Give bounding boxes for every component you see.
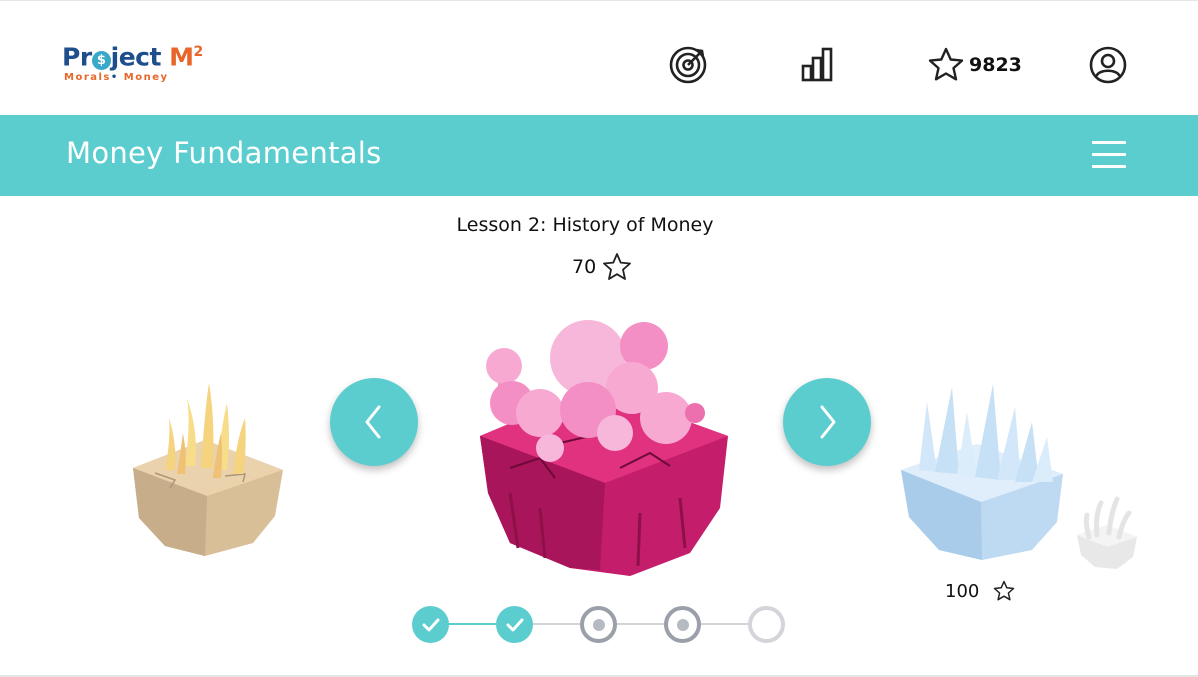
island-previous-fire[interactable] [125, 378, 290, 563]
progress-connector [700, 623, 748, 625]
chevron-right-icon [820, 405, 836, 439]
progress-step-1[interactable] [412, 606, 449, 643]
lesson-title: Lesson 2: History of Money [456, 214, 714, 236]
progress-step-2[interactable] [496, 606, 533, 643]
island-next-ice[interactable] [897, 382, 1067, 562]
profile-user-icon[interactable] [1088, 45, 1128, 85]
star-icon [603, 253, 632, 280]
lesson-stars: 70 [572, 252, 632, 282]
progress-connector [616, 623, 664, 625]
logo-tagline: Morals• Money [64, 72, 169, 84]
lesson-star-count: 70 [572, 256, 597, 278]
checkmark-icon [506, 618, 523, 631]
goals-target-icon[interactable] [668, 45, 708, 85]
hamburger-menu-icon[interactable] [1092, 139, 1128, 169]
next-lesson-star-count: 100 [945, 580, 980, 602]
progress-connector [532, 623, 580, 625]
top-bar: Pr $ ject M2 Morals• Money 9823 [0, 0, 1198, 115]
previous-lesson-button[interactable] [330, 378, 418, 466]
island-current-crystal[interactable] [470, 318, 735, 580]
next-lesson-button[interactable] [783, 378, 871, 466]
lesson-progress-stepper [412, 604, 792, 644]
progress-dot [592, 618, 605, 631]
star-icon [994, 580, 1015, 601]
progress-step-4[interactable] [664, 606, 701, 643]
progress-step-5[interactable] [748, 606, 785, 643]
course-banner: Money Fundamentals [0, 115, 1198, 196]
star-balance[interactable]: 9823 [927, 45, 1022, 85]
chevron-left-icon [365, 405, 381, 439]
next-lesson-stars: 100 [945, 580, 1015, 602]
progress-step-3[interactable] [580, 606, 617, 643]
logo-wordmark: Pr $ ject M2 [62, 42, 203, 72]
star-total-count: 9823 [969, 54, 1022, 76]
star-icon [928, 47, 964, 81]
progress-dot [676, 618, 689, 631]
progress-connector [448, 623, 496, 625]
leaderboard-chart-icon[interactable] [798, 45, 838, 85]
checkmark-icon [422, 618, 439, 631]
course-title: Money Fundamentals [66, 136, 382, 170]
island-upcoming-snow[interactable] [1075, 495, 1140, 573]
project-m2-logo[interactable]: Pr $ ject M2 Morals• Money [62, 37, 232, 87]
